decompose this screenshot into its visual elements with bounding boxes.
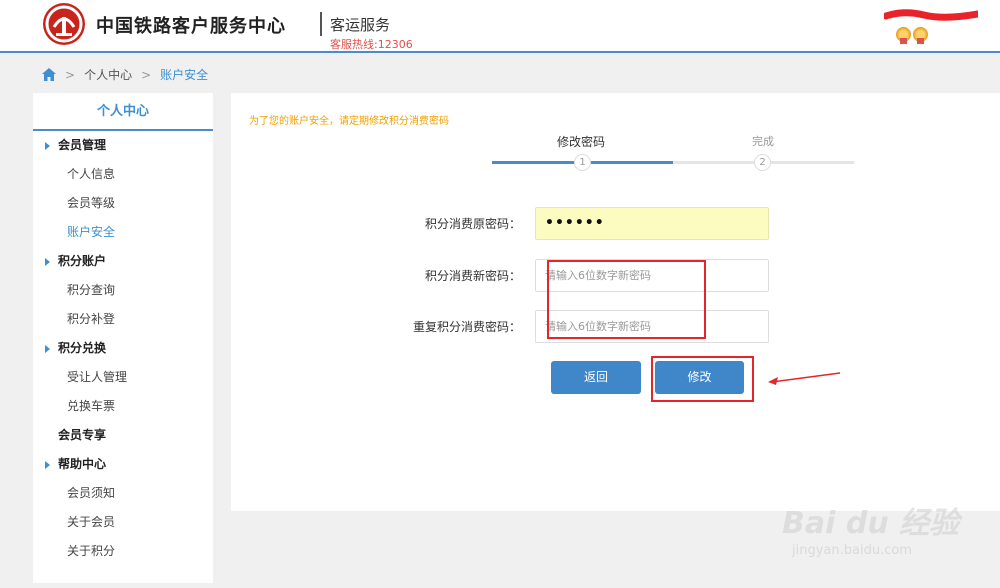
sidebar-item-transferee-management[interactable]: 受让人管理 xyxy=(33,363,213,392)
member-badges xyxy=(896,27,930,46)
divider xyxy=(320,12,322,36)
step-dot-2: 2 xyxy=(754,154,771,171)
group-label: 会员管理 xyxy=(58,138,107,152)
breadcrumb: > 个人中心 > 账户安全 xyxy=(42,66,208,83)
caret-right-icon xyxy=(45,344,50,353)
highlight-box-submit xyxy=(651,356,754,402)
step-dot-1: 1 xyxy=(574,154,591,171)
sidebar-item-about-points[interactable]: 关于积分 xyxy=(33,537,213,566)
brand-title: 中国铁路客户服务中心 xyxy=(96,16,286,37)
watermark-text: Bai du 经验 xyxy=(782,506,960,541)
security-tip: 为了您的账户安全，请定期修改积分消费密码 xyxy=(249,116,449,127)
caret-right-icon xyxy=(45,257,50,266)
sidebar-group-points-account[interactable]: 积分账户 xyxy=(33,247,213,276)
railway-logo-icon[interactable] xyxy=(43,3,85,45)
old-password-field[interactable]: •••••• xyxy=(535,207,769,240)
new-password-label: 积分消费新密码： xyxy=(424,269,521,283)
sidebar-item-points-supplement[interactable]: 积分补登 xyxy=(33,305,213,334)
sidebar-item-personal-info[interactable]: 个人信息 xyxy=(33,160,213,189)
progress-steps: 修改密码 完成 1 2 xyxy=(492,131,854,171)
step-label-complete: 完成 xyxy=(752,135,774,148)
group-label: 积分兑换 xyxy=(58,341,107,355)
back-button[interactable]: 返回 xyxy=(551,361,641,394)
step-label-change-password: 修改密码 xyxy=(557,135,606,149)
sidebar-menu: 会员管理 个人信息 会员等级 账户安全 积分账户 积分查询 积分补登 积分兑换 … xyxy=(33,131,213,566)
sidebar-item-exchange-tickets[interactable]: 兑换车票 xyxy=(33,392,213,421)
sidebar-item-about-members[interactable]: 关于会员 xyxy=(33,508,213,537)
sidebar-group-member-exclusive[interactable]: 会员专享 xyxy=(33,421,213,450)
medal-icon xyxy=(896,27,911,44)
hotline: 客服热线:12306 xyxy=(330,38,413,51)
sidebar-group-points-exchange[interactable]: 积分兑换 xyxy=(33,334,213,363)
confirm-password-label: 重复积分消费密码： xyxy=(412,320,521,334)
sidebar-group-member-management[interactable]: 会员管理 xyxy=(33,131,213,160)
breadcrumb-account-security: 账户安全 xyxy=(160,68,209,82)
sidebar-group-help-center[interactable]: 帮助中心 xyxy=(33,450,213,479)
group-label: 帮助中心 xyxy=(58,457,107,471)
sidebar-title: 个人中心 xyxy=(33,93,213,131)
sidebar: 个人中心 会员管理 个人信息 会员等级 账户安全 积分账户 积分查询 积分补登 … xyxy=(33,93,213,583)
caret-right-icon xyxy=(45,460,50,469)
sidebar-item-account-security[interactable]: 账户安全 xyxy=(33,218,213,247)
sidebar-item-member-level[interactable]: 会员等级 xyxy=(33,189,213,218)
header: 中国铁路客户服务中心 客运服务 客服热线:12306 xyxy=(0,0,1000,53)
chevron-right-icon: > xyxy=(141,67,152,82)
redacted-username xyxy=(884,9,978,21)
old-password-label: 积分消费原密码： xyxy=(424,217,521,231)
group-label: 积分账户 xyxy=(58,254,107,268)
breadcrumb-personal-center[interactable]: 个人中心 xyxy=(84,66,132,83)
caret-right-icon xyxy=(45,141,50,150)
baidu-watermark: Bai du 经验 jingyan.baidu.com xyxy=(762,488,992,578)
sidebar-item-points-query[interactable]: 积分查询 xyxy=(33,276,213,305)
home-icon[interactable] xyxy=(42,68,56,81)
highlight-box-new-password xyxy=(547,260,706,339)
sidebar-item-member-notice[interactable]: 会员须知 xyxy=(33,479,213,508)
chevron-right-icon: > xyxy=(65,67,76,82)
arrow-left-icon xyxy=(768,372,841,385)
brand-subtitle: 客运服务 xyxy=(330,16,391,34)
watermark-url: jingyan.baidu.com xyxy=(792,543,912,558)
old-password-row: 积分消费原密码： •••••• xyxy=(355,207,769,240)
medal-icon xyxy=(913,27,928,44)
